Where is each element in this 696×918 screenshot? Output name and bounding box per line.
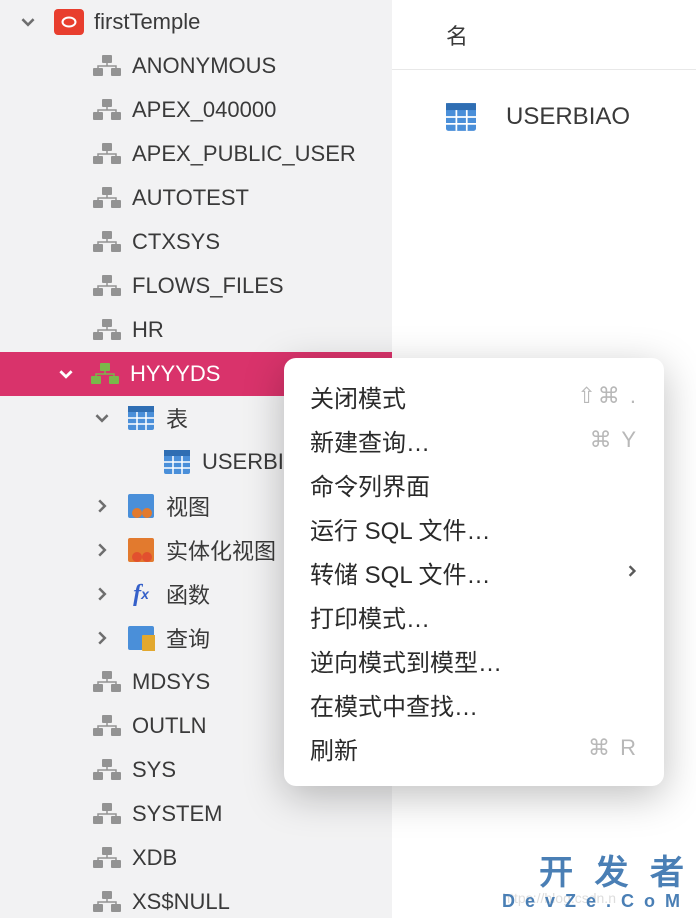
chevron-right-icon	[626, 558, 638, 586]
column-header[interactable]: 名	[392, 0, 696, 70]
connection-label: firstTemple	[94, 9, 200, 35]
schema-icon	[92, 713, 122, 739]
function-icon: fx	[126, 581, 156, 607]
menu-item[interactable]: 新建查询… ⌘ Y	[284, 418, 664, 462]
view-icon	[126, 493, 156, 519]
schema-row[interactable]: AUTOTEST	[0, 176, 392, 220]
schema-row[interactable]: FLOWS_FILES	[0, 264, 392, 308]
database-icon	[54, 9, 84, 35]
schema-icon	[92, 889, 122, 915]
table-icon	[162, 449, 192, 475]
schema-list-before: ANONYMOUS APEX_040000 APEX_PUBLIC_USER A…	[0, 44, 392, 352]
menu-item[interactable]: 关闭模式 ⇧⌘ .	[284, 374, 664, 418]
menu-item[interactable]: 转储 SQL 文件…	[284, 550, 664, 594]
schema-row[interactable]: HR	[0, 308, 392, 352]
watermark-line1: 开 发 者	[539, 854, 690, 892]
connection-row[interactable]: firstTemple	[0, 0, 392, 44]
menu-item-label: 转储 SQL 文件…	[310, 555, 490, 590]
schema-label: CTXSYS	[132, 229, 220, 255]
schema-row[interactable]: APEX_PUBLIC_USER	[0, 132, 392, 176]
column-header-label: 名	[446, 19, 468, 51]
schema-label: OUTLN	[132, 713, 207, 739]
schema-icon	[92, 185, 122, 211]
menu-item-label: 新建查询…	[310, 423, 430, 458]
context-menu: 关闭模式 ⇧⌘ . 新建查询… ⌘ Y 命令列界面运行 SQL 文件… 转储 SQL 文件…	[284, 358, 664, 786]
queries-label: 查询	[166, 622, 210, 654]
schema-label: HYYYDS	[130, 361, 220, 387]
schema-label: HR	[132, 317, 164, 343]
query-icon	[126, 625, 156, 651]
watermark-line2: DevZe.CoM	[502, 892, 690, 912]
functions-label: 函数	[166, 578, 210, 610]
menu-item-label: 命令列界面	[310, 467, 430, 502]
schema-icon	[90, 361, 120, 387]
menu-shortcut: ⌘ R	[588, 735, 638, 761]
schema-label: XDB	[132, 845, 177, 871]
schema-row[interactable]: ANONYMOUS	[0, 44, 392, 88]
schema-row[interactable]: APEX_040000	[0, 88, 392, 132]
chevron-right-icon[interactable]	[92, 496, 112, 516]
schema-label: SYS	[132, 757, 176, 783]
chevron-right-icon[interactable]	[92, 628, 112, 648]
views-label: 视图	[166, 490, 210, 522]
menu-item-label: 刷新	[310, 731, 358, 766]
table-icon	[444, 102, 478, 132]
menu-item[interactable]: 刷新 ⌘ R	[284, 726, 664, 770]
menu-item[interactable]: 命令列界面	[284, 462, 664, 506]
schema-label: FLOWS_FILES	[132, 273, 284, 299]
schema-icon	[92, 229, 122, 255]
tables-label: 表	[166, 402, 188, 434]
chevron-right-icon[interactable]	[92, 584, 112, 604]
schema-label: XS$NULL	[132, 889, 230, 915]
schema-icon	[92, 273, 122, 299]
schema-icon	[92, 141, 122, 167]
schema-icon	[92, 317, 122, 343]
schema-row[interactable]: XS$NULL	[0, 880, 392, 918]
schema-row[interactable]: SYSTEM	[0, 792, 392, 836]
schema-icon	[92, 801, 122, 827]
schema-icon	[92, 757, 122, 783]
menu-shortcut: ⇧⌘ .	[577, 383, 638, 409]
menu-item[interactable]: 运行 SQL 文件…	[284, 506, 664, 550]
menu-item-label: 逆向模式到模型…	[310, 643, 502, 678]
menu-shortcut: ⌘ Y	[590, 427, 638, 453]
table-name: USERBIAO	[506, 103, 630, 131]
chevron-right-icon[interactable]	[92, 540, 112, 560]
table-row[interactable]: USERBIAO	[392, 70, 696, 132]
mview-icon	[126, 537, 156, 563]
chevron-down-icon[interactable]	[18, 12, 38, 32]
schema-label: APEX_040000	[132, 97, 276, 123]
schema-label: APEX_PUBLIC_USER	[132, 141, 356, 167]
chevron-down-icon[interactable]	[92, 408, 112, 428]
menu-item[interactable]: 打印模式…	[284, 594, 664, 638]
schema-label: MDSYS	[132, 669, 210, 695]
menu-item-label: 打印模式…	[310, 599, 430, 634]
chevron-down-icon[interactable]	[56, 364, 76, 384]
schema-icon	[92, 669, 122, 695]
menu-item-label: 关闭模式	[310, 379, 406, 414]
menu-item-label: 在模式中查找…	[310, 687, 478, 722]
schema-label: SYSTEM	[132, 801, 222, 827]
schema-label: ANONYMOUS	[132, 53, 276, 79]
watermark: 开 发 者 DevZe.CoM	[502, 855, 690, 912]
table-icon	[126, 405, 156, 431]
schema-row[interactable]: XDB	[0, 836, 392, 880]
menu-item[interactable]: 在模式中查找…	[284, 682, 664, 726]
schema-icon	[92, 97, 122, 123]
menu-item-label: 运行 SQL 文件…	[310, 511, 490, 546]
schema-label: AUTOTEST	[132, 185, 249, 211]
schema-icon	[92, 845, 122, 871]
mviews-label: 实体化视图	[166, 534, 276, 566]
schema-row[interactable]: CTXSYS	[0, 220, 392, 264]
menu-item[interactable]: 逆向模式到模型…	[284, 638, 664, 682]
schema-icon	[92, 53, 122, 79]
